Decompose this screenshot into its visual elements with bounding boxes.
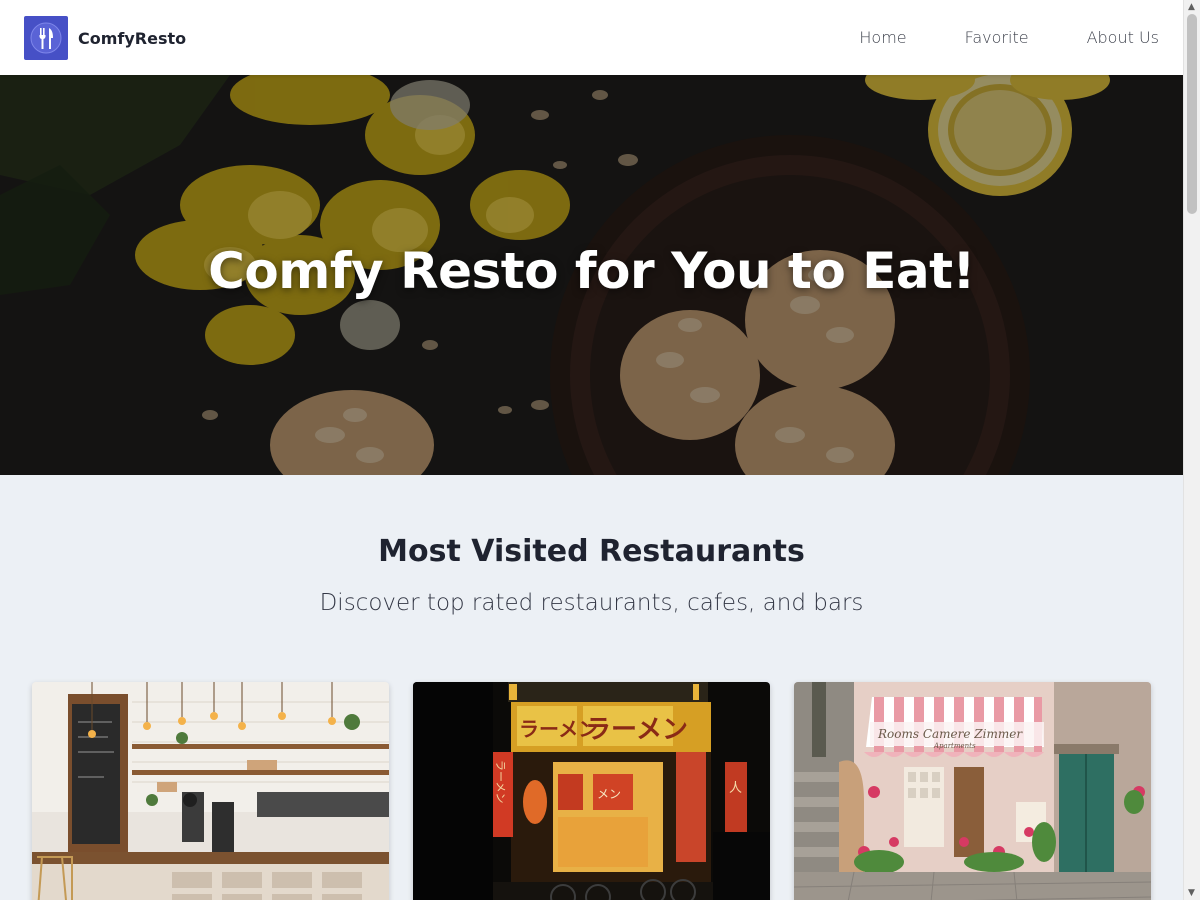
app-bar: ComfyResto Home Favorite About Us — [0, 0, 1183, 75]
awning-subtext: Apartments — [933, 742, 976, 750]
brand[interactable]: ComfyResto — [24, 16, 186, 60]
nav-link-about-us[interactable]: About Us — [1087, 28, 1159, 47]
ramen-sign-text: メン — [597, 787, 621, 801]
nav-item-home: Home — [859, 28, 906, 48]
restaurant-card[interactable]: Rooms Camere Zimmer Apartments — [794, 682, 1151, 900]
nav-item-favorite: Favorite — [965, 28, 1029, 48]
scroll-up-icon[interactable]: ▲ — [1188, 2, 1195, 12]
scroll-down-icon[interactable]: ▼ — [1188, 888, 1195, 898]
restaurant-card[interactable]: ラーメン ラーメン メン ラーメン 人 — [413, 682, 770, 900]
main-nav: Home Favorite About Us — [801, 0, 1159, 75]
nav-item-about-us: About Us — [1087, 28, 1159, 48]
restaurant-card[interactable] — [32, 682, 389, 900]
hero-title: Comfy Resto for You to Eat! — [208, 242, 975, 300]
ramen-sign-text: 人 — [729, 781, 742, 796]
scroll-thumb[interactable] — [1187, 14, 1197, 214]
nav-link-favorite[interactable]: Favorite — [965, 28, 1029, 47]
ramen-shop-night-image: ラーメン ラーメン メン ラーメン 人 — [413, 682, 770, 900]
page-scrollbar[interactable]: ▲ ▼ — [1183, 0, 1200, 900]
brand-name: ComfyResto — [78, 28, 187, 48]
flower-shop-street-image: Rooms Camere Zimmer Apartments — [794, 682, 1151, 900]
hero: Comfy Resto for You to Eat! — [0, 75, 1183, 475]
page: ComfyResto Home Favorite About Us Comfy … — [0, 0, 1183, 900]
cafe-interior-image — [32, 682, 389, 900]
ramen-sign-text: ラーメン — [585, 715, 688, 745]
section-subtitle: Discover top rated restaurants, cafes, a… — [319, 590, 864, 616]
ramen-sign-text: ラーメン — [494, 760, 507, 804]
section-title: Most Visited Restaurants — [378, 534, 805, 569]
nav-link-home[interactable]: Home — [859, 28, 906, 47]
awning-text: Rooms Camere Zimmer — [877, 727, 1023, 741]
fork-knife-icon — [24, 16, 68, 60]
